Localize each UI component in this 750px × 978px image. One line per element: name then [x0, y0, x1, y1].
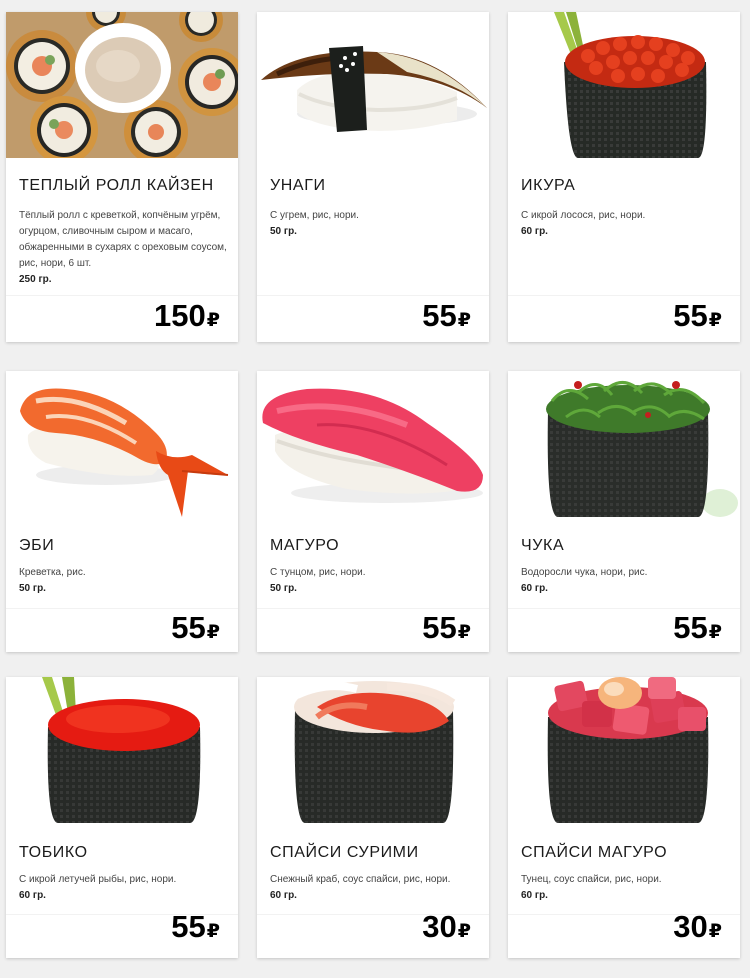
product-description-text: Тунец, соус спайси, рис, нори.: [521, 874, 662, 885]
card-divider: [6, 295, 238, 296]
product-description-text: Креветка, рис.: [19, 567, 86, 578]
product-description-text: С тунцом, рис, нори.: [270, 567, 366, 578]
ikura-gunkan-image: [508, 12, 740, 158]
product-card[interactable]: УНАГИ С угрем, рис, нори. 50 гр. 55₽: [257, 12, 489, 342]
card-divider: [508, 295, 740, 296]
product-description-text: Водоросли чука, нори, рис.: [521, 567, 648, 578]
spicy-maguro-gunkan-image: [508, 677, 740, 823]
price-value: 55: [422, 610, 457, 645]
card-divider: [6, 608, 238, 609]
card-divider: [257, 295, 489, 296]
price-value: 55: [171, 909, 206, 944]
ruble-icon: ₽: [206, 622, 220, 643]
spicy-surimi-gunkan-image: [257, 677, 489, 823]
product-description: Водоросли чука, нори, рис. 60 гр.: [521, 565, 729, 597]
unagi-nigiri-image: [257, 12, 489, 158]
product-weight: 50 гр.: [19, 583, 46, 594]
ruble-icon: ₽: [708, 622, 722, 643]
product-title[interactable]: СПАЙСИ СУРИМИ: [270, 844, 419, 862]
ruble-icon: ₽: [206, 921, 220, 942]
product-weight: 60 гр.: [521, 890, 548, 901]
ruble-icon: ₽: [457, 622, 471, 643]
product-price: 55₽: [171, 910, 220, 949]
product-price: 30₽: [422, 910, 471, 949]
price-value: 30: [422, 909, 457, 944]
product-weight: 50 гр.: [270, 226, 297, 237]
price-value: 55: [422, 298, 457, 333]
price-value: 55: [673, 610, 708, 645]
price-value: 55: [673, 298, 708, 333]
product-price: 30₽: [673, 910, 722, 949]
product-weight: 50 гр.: [270, 583, 297, 594]
product-title[interactable]: ТОБИКО: [19, 844, 88, 862]
product-weight: 250 гр.: [19, 274, 52, 285]
product-price: 55₽: [673, 611, 722, 650]
product-title[interactable]: ЧУКА: [521, 537, 564, 555]
product-description: Креветка, рис. 50 гр.: [19, 565, 227, 597]
warm-roll-image: [6, 12, 238, 158]
product-description: Тунец, соус спайси, рис, нори. 60 гр.: [521, 872, 729, 904]
product-weight: 60 гр.: [521, 583, 548, 594]
product-description: Тёплый ролл с креветкой, копчёным угрём,…: [19, 208, 227, 288]
product-card[interactable]: МАГУРО С тунцом, рис, нори. 50 гр. 55₽: [257, 371, 489, 652]
product-description-text: С икрой летучей рыбы, рис, нори.: [19, 874, 177, 885]
product-price: 55₽: [673, 299, 722, 338]
price-value: 150: [154, 298, 206, 333]
product-description-text: Снежный краб, соус спайси, рис, нори.: [270, 874, 451, 885]
tobiko-gunkan-image: [6, 677, 238, 823]
card-divider: [508, 608, 740, 609]
card-divider: [257, 608, 489, 609]
ruble-icon: ₽: [457, 310, 471, 331]
ebi-nigiri-image: [6, 371, 238, 517]
product-description-text: Тёплый ролл с креветкой, копчёным угрём,…: [19, 210, 227, 269]
product-card[interactable]: СПАЙСИ СУРИМИ Снежный краб, соус спайси,…: [257, 677, 489, 958]
product-description: С тунцом, рис, нори. 50 гр.: [270, 565, 478, 597]
product-description: С икрой лосося, рис, нори. 60 гр.: [521, 208, 729, 240]
product-card[interactable]: ТЕПЛЫЙ РОЛЛ КАЙЗЕН Тёплый ролл с креветк…: [6, 12, 238, 342]
product-description-text: С угрем, рис, нори.: [270, 210, 359, 221]
product-weight: 60 гр.: [270, 890, 297, 901]
product-price: 55₽: [171, 611, 220, 650]
product-card[interactable]: ТОБИКО С икрой летучей рыбы, рис, нори. …: [6, 677, 238, 958]
product-title[interactable]: МАГУРО: [270, 537, 339, 555]
product-title[interactable]: ТЕПЛЫЙ РОЛЛ КАЙЗЕН: [19, 177, 214, 195]
product-title[interactable]: ЭБИ: [19, 537, 54, 555]
product-card[interactable]: СПАЙСИ МАГУРО Тунец, соус спайси, рис, н…: [508, 677, 740, 958]
product-description-text: С икрой лосося, рис, нори.: [521, 210, 646, 221]
product-weight: 60 гр.: [19, 890, 46, 901]
price-value: 30: [673, 909, 708, 944]
ruble-icon: ₽: [708, 310, 722, 331]
ruble-icon: ₽: [457, 921, 471, 942]
product-description: С икрой летучей рыбы, рис, нори. 60 гр.: [19, 872, 227, 904]
product-weight: 60 гр.: [521, 226, 548, 237]
maguro-nigiri-image: [257, 371, 489, 517]
product-card[interactable]: ЧУКА Водоросли чука, нори, рис. 60 гр. 5…: [508, 371, 740, 652]
product-card[interactable]: ИКУРА С икрой лосося, рис, нори. 60 гр. …: [508, 12, 740, 342]
product-card[interactable]: ЭБИ Креветка, рис. 50 гр. 55₽: [6, 371, 238, 652]
ruble-icon: ₽: [708, 921, 722, 942]
product-title[interactable]: СПАЙСИ МАГУРО: [521, 844, 667, 862]
price-value: 55: [171, 610, 206, 645]
product-description: С угрем, рис, нори. 50 гр.: [270, 208, 478, 240]
product-price: 55₽: [422, 299, 471, 338]
product-title[interactable]: ИКУРА: [521, 177, 575, 195]
product-price: 150₽: [154, 299, 220, 338]
product-title[interactable]: УНАГИ: [270, 177, 326, 195]
ruble-icon: ₽: [206, 310, 220, 331]
product-description: Снежный краб, соус спайси, рис, нори. 60…: [270, 872, 478, 904]
chuka-gunkan-image: [508, 371, 740, 517]
product-price: 55₽: [422, 611, 471, 650]
